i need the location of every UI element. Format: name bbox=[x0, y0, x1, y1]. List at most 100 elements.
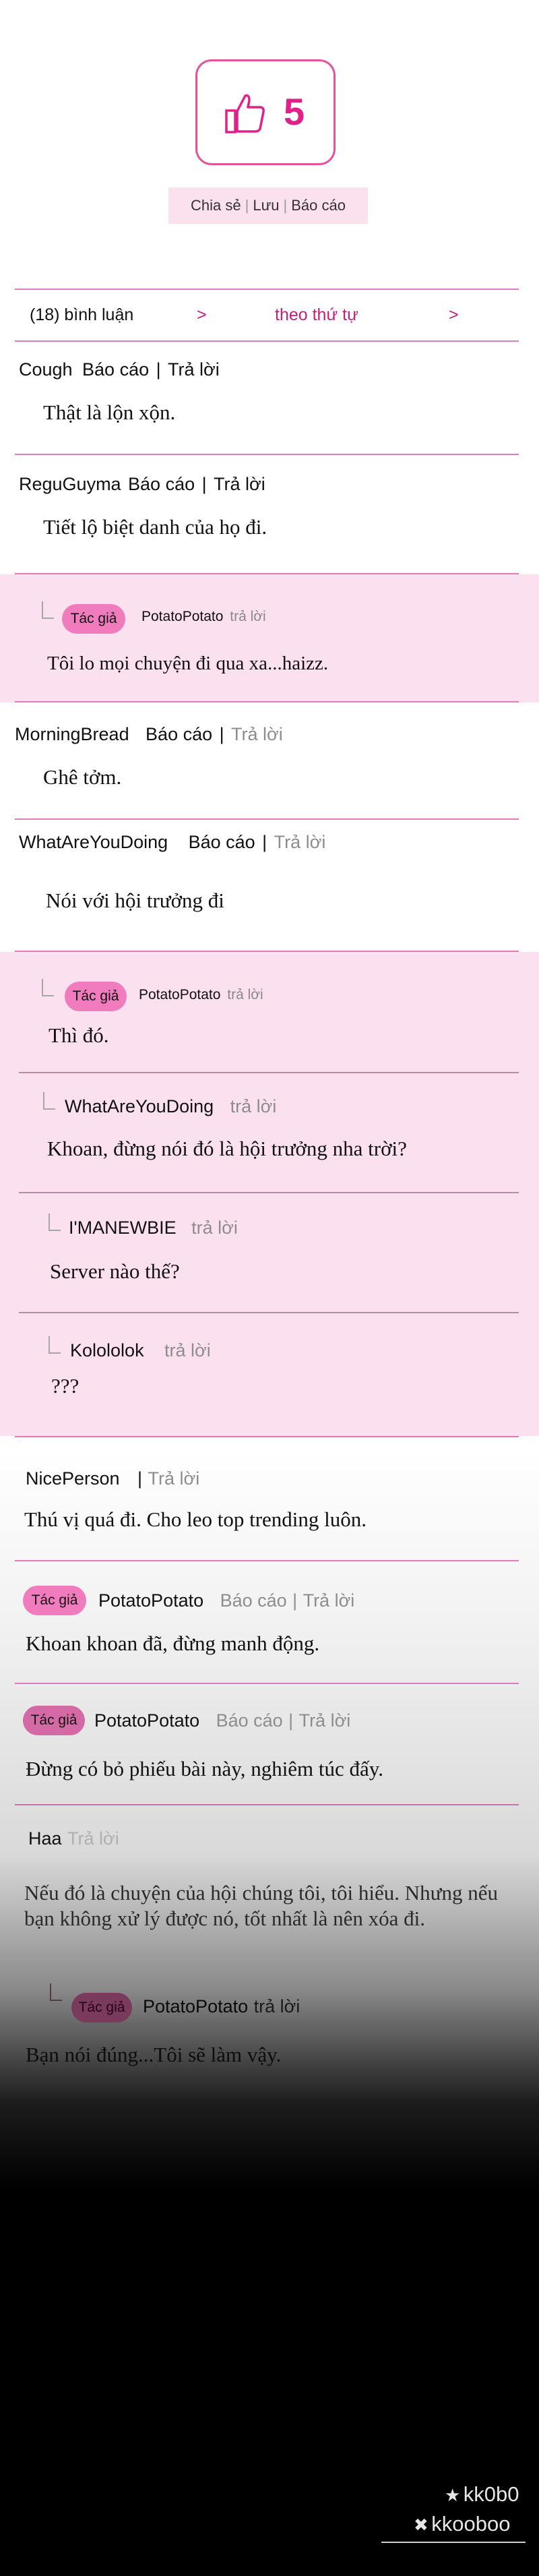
comment-username[interactable]: MorningBread bbox=[15, 724, 129, 744]
separator: | bbox=[201, 474, 207, 494]
watermark: ★ kk0b0 bbox=[445, 2482, 519, 2507]
comment-text: Bạn nói đúng...Tôi sẽ làm vậy. bbox=[26, 2043, 282, 2066]
comment-header: Haa Trả lời bbox=[28, 1828, 119, 1849]
comment-username[interactable]: PotatoPotato bbox=[139, 987, 220, 1002]
share-link[interactable]: Chia sẻ bbox=[191, 197, 241, 214]
like-button[interactable]: 5 bbox=[195, 59, 336, 165]
comment-header: WhatAreYouDoing trả lời bbox=[65, 1096, 276, 1117]
comment-username[interactable]: NicePerson bbox=[26, 1468, 120, 1489]
comment-username[interactable]: PotatoPotato bbox=[98, 1590, 203, 1611]
divider bbox=[15, 1683, 519, 1684]
reply-link[interactable]: Trả lời bbox=[303, 1590, 355, 1611]
comment-username[interactable]: WhatAreYouDoing bbox=[65, 1096, 214, 1116]
report-link[interactable]: Báo cáo bbox=[189, 832, 255, 852]
report-link[interactable]: Báo cáo bbox=[82, 359, 149, 380]
comment-username[interactable]: PotatoPotato bbox=[143, 1996, 248, 2016]
save-link[interactable]: Lưu bbox=[253, 197, 279, 214]
separator: | bbox=[156, 359, 161, 380]
divider bbox=[15, 701, 519, 702]
comment-text: Nói với hội trưởng đi bbox=[46, 889, 224, 912]
report-link[interactable]: Báo cáo bbox=[216, 1710, 283, 1731]
comment-header: PotatoPotato trả lời bbox=[141, 609, 266, 625]
divider bbox=[15, 454, 519, 455]
reply-link[interactable]: trả lời bbox=[227, 987, 263, 1002]
reply-link[interactable]: Trả lời bbox=[168, 359, 220, 380]
separator: | bbox=[262, 832, 267, 852]
comment-text: Tôi lo mọi chuyện đi qua xa...haizz. bbox=[47, 653, 329, 674]
reply-indent-icon bbox=[43, 1092, 55, 1110]
divider bbox=[19, 1072, 519, 1073]
separator: | bbox=[288, 1710, 294, 1731]
comment-username[interactable]: Cough bbox=[19, 359, 73, 380]
divider bbox=[19, 1192, 519, 1193]
star-icon: ★ bbox=[445, 2485, 461, 2505]
watermark-text: kkooboo bbox=[431, 2512, 511, 2536]
reply-link[interactable]: Trả lời bbox=[274, 832, 326, 852]
comment-header: PotatoPotato trả lời bbox=[139, 987, 263, 1003]
report-link[interactable]: Báo cáo bbox=[146, 724, 212, 744]
divider bbox=[15, 1436, 519, 1437]
divider bbox=[381, 2542, 526, 2543]
reply-link[interactable]: Trả lời bbox=[67, 1828, 119, 1849]
divider bbox=[19, 1312, 519, 1313]
report-link[interactable]: Báo cáo bbox=[220, 1590, 287, 1611]
reply-thread bbox=[0, 574, 539, 702]
reply-link[interactable]: trả lời bbox=[230, 1096, 277, 1116]
reply-link[interactable]: trả lời bbox=[230, 609, 265, 624]
comment-username[interactable]: I'MANEWBIE bbox=[69, 1218, 177, 1238]
report-link[interactable]: Báo cáo bbox=[128, 474, 195, 494]
comment-header: I'MANEWBIE trả lời bbox=[69, 1218, 238, 1238]
report-link[interactable]: Báo cáo bbox=[291, 197, 346, 214]
comment-username[interactable]: Haa bbox=[28, 1828, 62, 1849]
author-badge: Tác giả bbox=[65, 982, 127, 1011]
comment-text: Khoan, đừng nói đó là hội trưởng nha trờ… bbox=[47, 1137, 407, 1160]
author-badge: Tác giả bbox=[23, 1706, 85, 1735]
divider bbox=[15, 1804, 519, 1805]
reply-link[interactable]: trả lời bbox=[191, 1218, 238, 1238]
reply-link[interactable]: Trả lời bbox=[299, 1710, 351, 1731]
reply-indent-icon bbox=[49, 1214, 61, 1231]
comment-text: Khoan khoan đã, đừng manh động. bbox=[26, 1631, 320, 1655]
reply-indent-icon bbox=[49, 1336, 61, 1354]
reply-link[interactable]: Trả lời bbox=[214, 474, 265, 494]
separator: | bbox=[137, 1468, 143, 1489]
comment-username[interactable]: Kolololok bbox=[70, 1340, 144, 1360]
comment-text: Nếu đó là chuyện của hội chúng tôi, tôi … bbox=[24, 1881, 498, 1905]
comment-text: Thì đó. bbox=[49, 1023, 109, 1047]
comment-header: PotatoPotato Báo cáo | Trả lời bbox=[94, 1710, 350, 1731]
like-count: 5 bbox=[284, 90, 305, 133]
reply-indent-icon bbox=[50, 1983, 62, 2001]
comment-header: Kolololok trả lời bbox=[70, 1340, 211, 1361]
comment-text: Server nào thế? bbox=[50, 1259, 180, 1283]
comment-text: Ghê tởm. bbox=[43, 765, 122, 789]
comment-header: PotatoPotato Báo cáo | Trả lời bbox=[98, 1590, 354, 1611]
comment-text: Đừng có bỏ phiếu bài này, nghiêm túc đấy… bbox=[26, 1757, 384, 1780]
chevron-right-icon[interactable]: > bbox=[197, 303, 207, 326]
comment-text: bạn không xử lý được nó, tốt nhất là nên… bbox=[24, 1907, 425, 1930]
comment-text: ??? bbox=[51, 1374, 80, 1398]
share-bar: Chia sẻ | Lưu | Báo cáo bbox=[168, 187, 368, 224]
separator: | bbox=[283, 197, 288, 214]
watermark: ✖ kkooboo bbox=[414, 2512, 510, 2536]
chevron-right-icon[interactable]: > bbox=[449, 303, 459, 326]
sort-order-select[interactable]: theo thứ tự bbox=[275, 303, 358, 326]
reply-link[interactable]: Trả lời bbox=[148, 1468, 199, 1489]
reply-link[interactable]: trả lời bbox=[164, 1340, 211, 1360]
comment-username[interactable]: PotatoPotato bbox=[94, 1710, 199, 1731]
divider bbox=[15, 1560, 519, 1561]
comment-header: Cough Báo cáo | Trả lời bbox=[19, 359, 220, 380]
reply-link[interactable]: Trả lời bbox=[231, 724, 283, 744]
author-badge: Tác giả bbox=[71, 1993, 132, 2023]
thumbs-up-icon bbox=[225, 94, 265, 133]
separator: | bbox=[219, 724, 224, 744]
author-badge: Tác giả bbox=[62, 604, 125, 634]
comment-header: MorningBread Báo cáo | Trả lời bbox=[15, 724, 283, 745]
comment-username[interactable]: PotatoPotato bbox=[141, 609, 223, 624]
comment-username[interactable]: ReguGuyma bbox=[19, 474, 121, 494]
comment-username[interactable]: WhatAreYouDoing bbox=[19, 832, 168, 852]
comment-header: NicePerson | Trả lời bbox=[26, 1468, 199, 1489]
comment-header: ReguGuyma Báo cáo | Trả lời bbox=[19, 474, 265, 495]
cross-icon: ✖ bbox=[414, 2515, 429, 2535]
reply-link[interactable]: trả lời bbox=[254, 1996, 300, 2016]
comment-bar: (18) bình luận > theo thứ tự > bbox=[27, 303, 512, 326]
